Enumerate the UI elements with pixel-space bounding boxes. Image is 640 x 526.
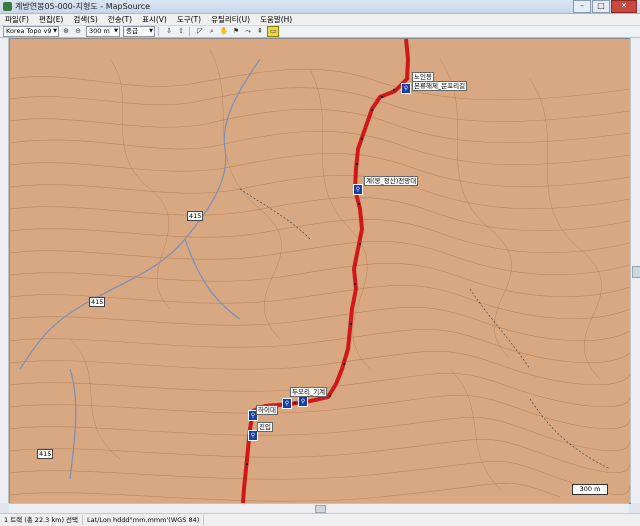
menu-transfer[interactable]: 전송(T) (103, 14, 137, 25)
waypoint-marker-icon[interactable]: ⚲ (298, 396, 308, 407)
toolbar-separator (158, 27, 159, 36)
hand-icon[interactable]: ✋ (219, 27, 229, 36)
zoom-level-select[interactable]: 300 m ▼ (86, 26, 120, 37)
waypoint-label-descent: 하이대 (256, 405, 278, 415)
waypoint-marker-icon[interactable]: ⚲ (353, 184, 363, 195)
route-shield: 415 (89, 297, 106, 307)
menu-bar: 파일(F) 편집(E) 검색(S) 전송(T) 표시(V) 도구(T) 유틸리티… (0, 14, 640, 26)
close-button[interactable]: ✕ (611, 0, 637, 13)
waypoint-label-viewpoint: 계(봉_정산)전망대 (364, 176, 419, 186)
zoom-tool-icon[interactable]: ⌕ (207, 27, 217, 36)
scroll-thumb[interactable] (315, 505, 326, 513)
vertical-scrollbar[interactable] (630, 38, 640, 503)
maximize-button[interactable]: □ (592, 0, 610, 13)
track-icon[interactable]: ⇞ (255, 27, 265, 36)
zoom-in-icon[interactable]: ⊕ (61, 27, 71, 36)
map-view[interactable]: ⚲ 노인봉 본류해제_문포리길 ⚲ 계(봉_정산)전망대 ⚲ ⚲ 두모리_기계 … (9, 38, 631, 504)
route-shield: 415 (187, 211, 204, 221)
menu-edit[interactable]: 편집(E) (34, 14, 68, 25)
waypoint-label-entry: 진입 (257, 422, 273, 432)
left-panel-edge (0, 38, 9, 503)
toolbar-separator (189, 27, 190, 36)
menu-tools[interactable]: 도구(T) (172, 14, 206, 25)
scroll-thumb[interactable] (632, 266, 640, 278)
map-product-select[interactable]: Korea Topo v9 ▼ (3, 26, 59, 37)
menu-view[interactable]: 표시(V) (137, 14, 172, 25)
device-send-icon[interactable]: ⇧ (176, 27, 186, 36)
menu-help[interactable]: 도움말(H) (255, 14, 297, 25)
zoom-out-icon[interactable]: ⊖ (73, 27, 83, 36)
app-icon (3, 2, 12, 11)
waypoint-marker-icon[interactable]: ⚲ (282, 398, 292, 409)
status-track-info: 1 트랙 (총 22.3 km) 선택 (0, 515, 84, 525)
window-controls: – □ ✕ (572, 0, 637, 13)
detail-select[interactable]: 중급 ▼ (123, 26, 155, 37)
terrain-contours (10, 39, 630, 503)
waypoint-label-junction: 두모리_기계 (290, 387, 328, 397)
menu-utilities[interactable]: 유틸리티(U) (206, 14, 255, 25)
waypoint-label-sub: 본류해제_문포리길 (412, 81, 468, 91)
title-bar: 계방연봉05-000-지형도 - MapSource – □ ✕ (0, 0, 640, 14)
window-title: 계방연봉05-000-지형도 - MapSource (15, 2, 151, 11)
waypoint-marker-icon[interactable]: ⚲ (401, 83, 411, 94)
minimize-button[interactable]: – (573, 0, 591, 13)
route-icon[interactable]: ⤳ (243, 27, 253, 36)
horizontal-scrollbar[interactable] (9, 503, 629, 513)
status-position-format: Lat/Lon hddd°mm.mmm'(WGS 84) (83, 515, 205, 525)
menu-find[interactable]: 검색(S) (68, 14, 102, 25)
chevron-down-icon: ▼ (53, 28, 57, 34)
device-receive-icon[interactable]: ⇩ (164, 27, 174, 36)
measure-icon[interactable]: ▭ (267, 26, 279, 37)
select-icon[interactable]: ◸ (195, 27, 205, 36)
map-scale-bar: 300 m (572, 484, 608, 495)
chevron-down-icon: ▼ (149, 28, 153, 34)
chevron-down-icon: ▼ (114, 28, 118, 34)
waypoint-icon[interactable]: ⚑ (231, 27, 241, 36)
toolbar: Korea Topo v9 ▼ ⊕ ⊖ 300 m ▼ 중급 ▼ ⇩ ⇧ ◸ ⌕ ✋ … (0, 26, 640, 38)
route-shield: 415 (37, 449, 54, 459)
menu-file[interactable]: 파일(F) (0, 14, 34, 25)
status-bar: 1 트랙 (총 22.3 km) 선택 Lat/Lon hddd°mm.mmm'… (0, 513, 640, 526)
